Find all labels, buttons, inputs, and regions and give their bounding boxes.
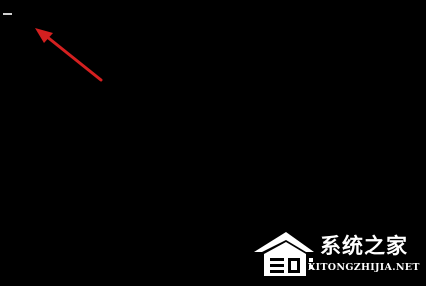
- house-logo-icon: [254, 232, 314, 276]
- watermark-site-name: 系统之家: [320, 234, 408, 258]
- console-screen[interactable]: 系统之家 XITONGZHIJIA.NET: [0, 0, 426, 286]
- site-watermark: 系统之家 XITONGZHIJIA.NET: [252, 226, 422, 282]
- watermark-site-url: XITONGZHIJIA.NET: [308, 262, 420, 273]
